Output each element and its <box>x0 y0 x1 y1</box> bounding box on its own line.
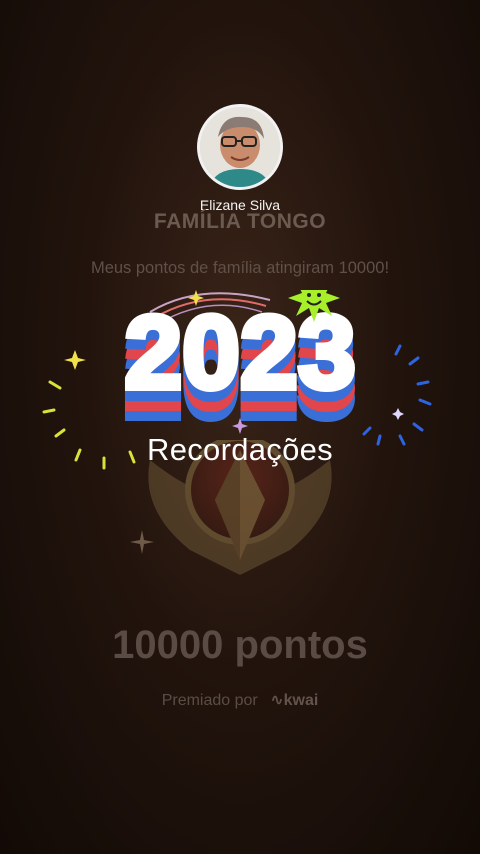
family-message: Meus pontos de família atingiram 10000! <box>90 259 390 277</box>
avatar[interactable] <box>197 104 283 190</box>
family-name: FAMÍLIA TONGO <box>153 210 327 233</box>
awarded-by-label: Premiado por <box>161 692 258 709</box>
sparkle-icon <box>130 530 154 554</box>
sparkle-icon <box>392 408 404 420</box>
firework-right-icon <box>362 344 432 446</box>
points-total: 10000 pontos <box>112 623 368 667</box>
awarded-by: Premiado por ∿kwai <box>0 690 480 710</box>
kwai-logo: ∿kwai <box>270 692 319 709</box>
avatar-photo <box>200 107 280 187</box>
year-text: 2023 <box>124 295 355 411</box>
sparkle-icon <box>64 350 86 370</box>
memories-title: Recordações <box>147 432 333 467</box>
kwai-brand: kwai <box>283 692 319 709</box>
